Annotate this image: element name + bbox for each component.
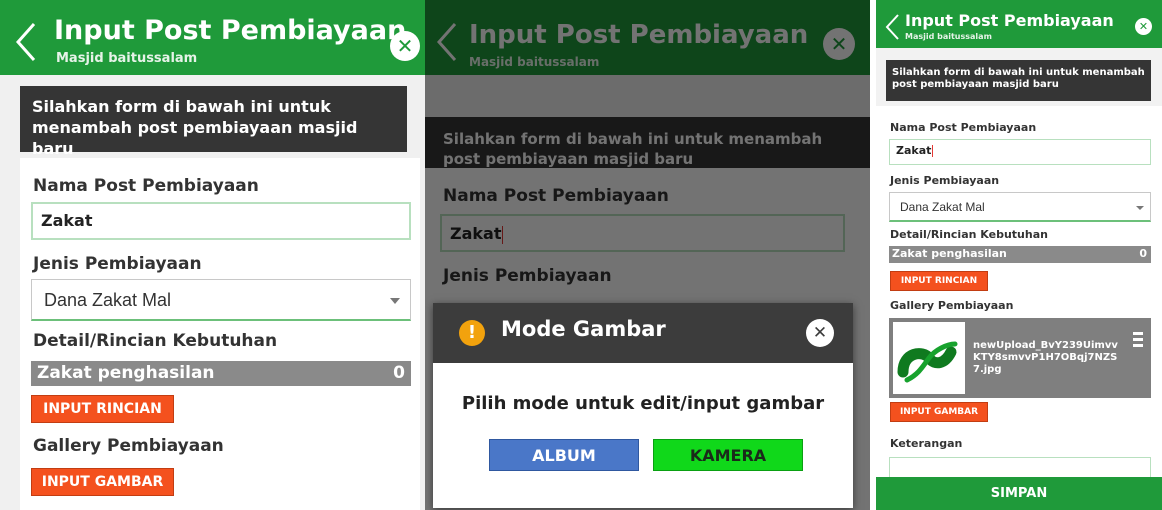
text-cursor xyxy=(932,145,934,157)
input-rincian-button[interactable]: INPUT RINCIAN xyxy=(31,395,174,423)
form-card: Nama Post Pembiayaan Zakat Jenis Pembiay… xyxy=(876,106,1162,510)
type-label: Jenis Pembiayaan xyxy=(890,174,1000,187)
chevron-left-icon[interactable] xyxy=(14,22,38,62)
type-select[interactable]: Dana Zakat Mal xyxy=(889,192,1151,222)
input-gambar-button[interactable]: INPUT GAMBAR xyxy=(890,402,988,422)
type-label: Jenis Pembiayaan xyxy=(33,254,202,274)
close-icon[interactable]: ✕ xyxy=(806,319,834,347)
type-value: Dana Zakat Mal xyxy=(900,200,985,214)
name-label: Nama Post Pembiayaan xyxy=(33,176,259,196)
gallery-thumbnail xyxy=(893,322,965,394)
app-header: Input Post Pembiayaan Masjid baitussalam… xyxy=(876,0,1162,48)
name-value: Zakat xyxy=(896,144,932,157)
type-select[interactable]: Dana Zakat Mal xyxy=(31,279,411,321)
dialog-message: Pilih mode untuk edit/input gambar xyxy=(461,393,825,414)
info-banner: Silahkan form di bawah ini untuk menamba… xyxy=(20,86,407,158)
save-button[interactable]: SIMPAN xyxy=(876,477,1162,510)
detail-item: Zakat penghasilan xyxy=(892,247,1007,260)
gallery-label: Gallery Pembiayaan xyxy=(33,436,224,456)
gallery-label: Gallery Pembiayaan xyxy=(890,299,1014,312)
warning-icon: ! xyxy=(459,320,485,346)
keterangan-label: Keterangan xyxy=(890,437,963,450)
mode-dialog: ! Mode Gambar ✕ Pilih mode untuk edit/in… xyxy=(433,303,853,508)
detail-amount: 0 xyxy=(1139,247,1147,260)
page-subtitle: Masjid baitussalam xyxy=(905,32,992,41)
page-title: Input Post Pembiayaan xyxy=(54,15,407,46)
dropdown-icon xyxy=(390,298,400,304)
dropdown-icon xyxy=(1136,206,1144,210)
kamera-button[interactable]: KAMERA xyxy=(653,439,803,471)
detail-label: Detail/Rincian Kebutuhan xyxy=(33,331,278,351)
gallery-filename: newUpload_BvY239UimvvKTY8smvvP1H7OBqj7NZ… xyxy=(973,340,1118,375)
name-label: Nama Post Pembiayaan xyxy=(890,121,1037,134)
app-header: Input Post Pembiayaan Masjid baitussalam… xyxy=(0,0,425,75)
dialog-title: Mode Gambar xyxy=(501,317,666,341)
info-banner: Silahkan form di bawah ini untuk menamba… xyxy=(886,60,1151,101)
page-title: Input Post Pembiayaan xyxy=(905,11,1114,30)
detail-row[interactable]: Zakat penghasilan 0 xyxy=(31,361,411,386)
input-gambar-button[interactable]: INPUT GAMBAR xyxy=(31,468,174,496)
menu-icon[interactable] xyxy=(1133,332,1143,347)
screen-2: Input Post Pembiayaan Masjid baitussalam… xyxy=(425,0,870,510)
type-value: Dana Zakat Mal xyxy=(44,290,172,310)
close-icon[interactable]: ✕ xyxy=(390,31,420,61)
app-logo-icon xyxy=(897,341,958,383)
name-input[interactable]: Zakat xyxy=(31,202,411,240)
detail-amount: 0 xyxy=(393,363,405,383)
gallery-item[interactable]: newUpload_BvY239UimvvKTY8smvvP1H7OBqj7NZ… xyxy=(889,318,1151,398)
name-input[interactable]: Zakat xyxy=(889,139,1151,165)
detail-label: Detail/Rincian Kebutuhan xyxy=(890,228,1048,241)
screen-1: Input Post Pembiayaan Masjid baitussalam… xyxy=(0,0,425,510)
album-button[interactable]: ALBUM xyxy=(489,439,639,471)
input-rincian-button[interactable]: INPUT RINCIAN xyxy=(890,271,988,291)
detail-row[interactable]: Zakat penghasilan 0 xyxy=(889,246,1151,263)
close-icon[interactable]: ✕ xyxy=(1135,18,1152,35)
dialog-header: ! Mode Gambar ✕ xyxy=(433,303,853,363)
name-value: Zakat xyxy=(41,211,93,230)
screen-3: Input Post Pembiayaan Masjid baitussalam… xyxy=(876,0,1162,510)
page-subtitle: Masjid baitussalam xyxy=(56,51,198,66)
form-card: Nama Post Pembiayaan Zakat Jenis Pembiay… xyxy=(20,158,420,510)
chevron-left-icon[interactable] xyxy=(884,14,900,40)
detail-item: Zakat penghasilan xyxy=(37,363,215,383)
